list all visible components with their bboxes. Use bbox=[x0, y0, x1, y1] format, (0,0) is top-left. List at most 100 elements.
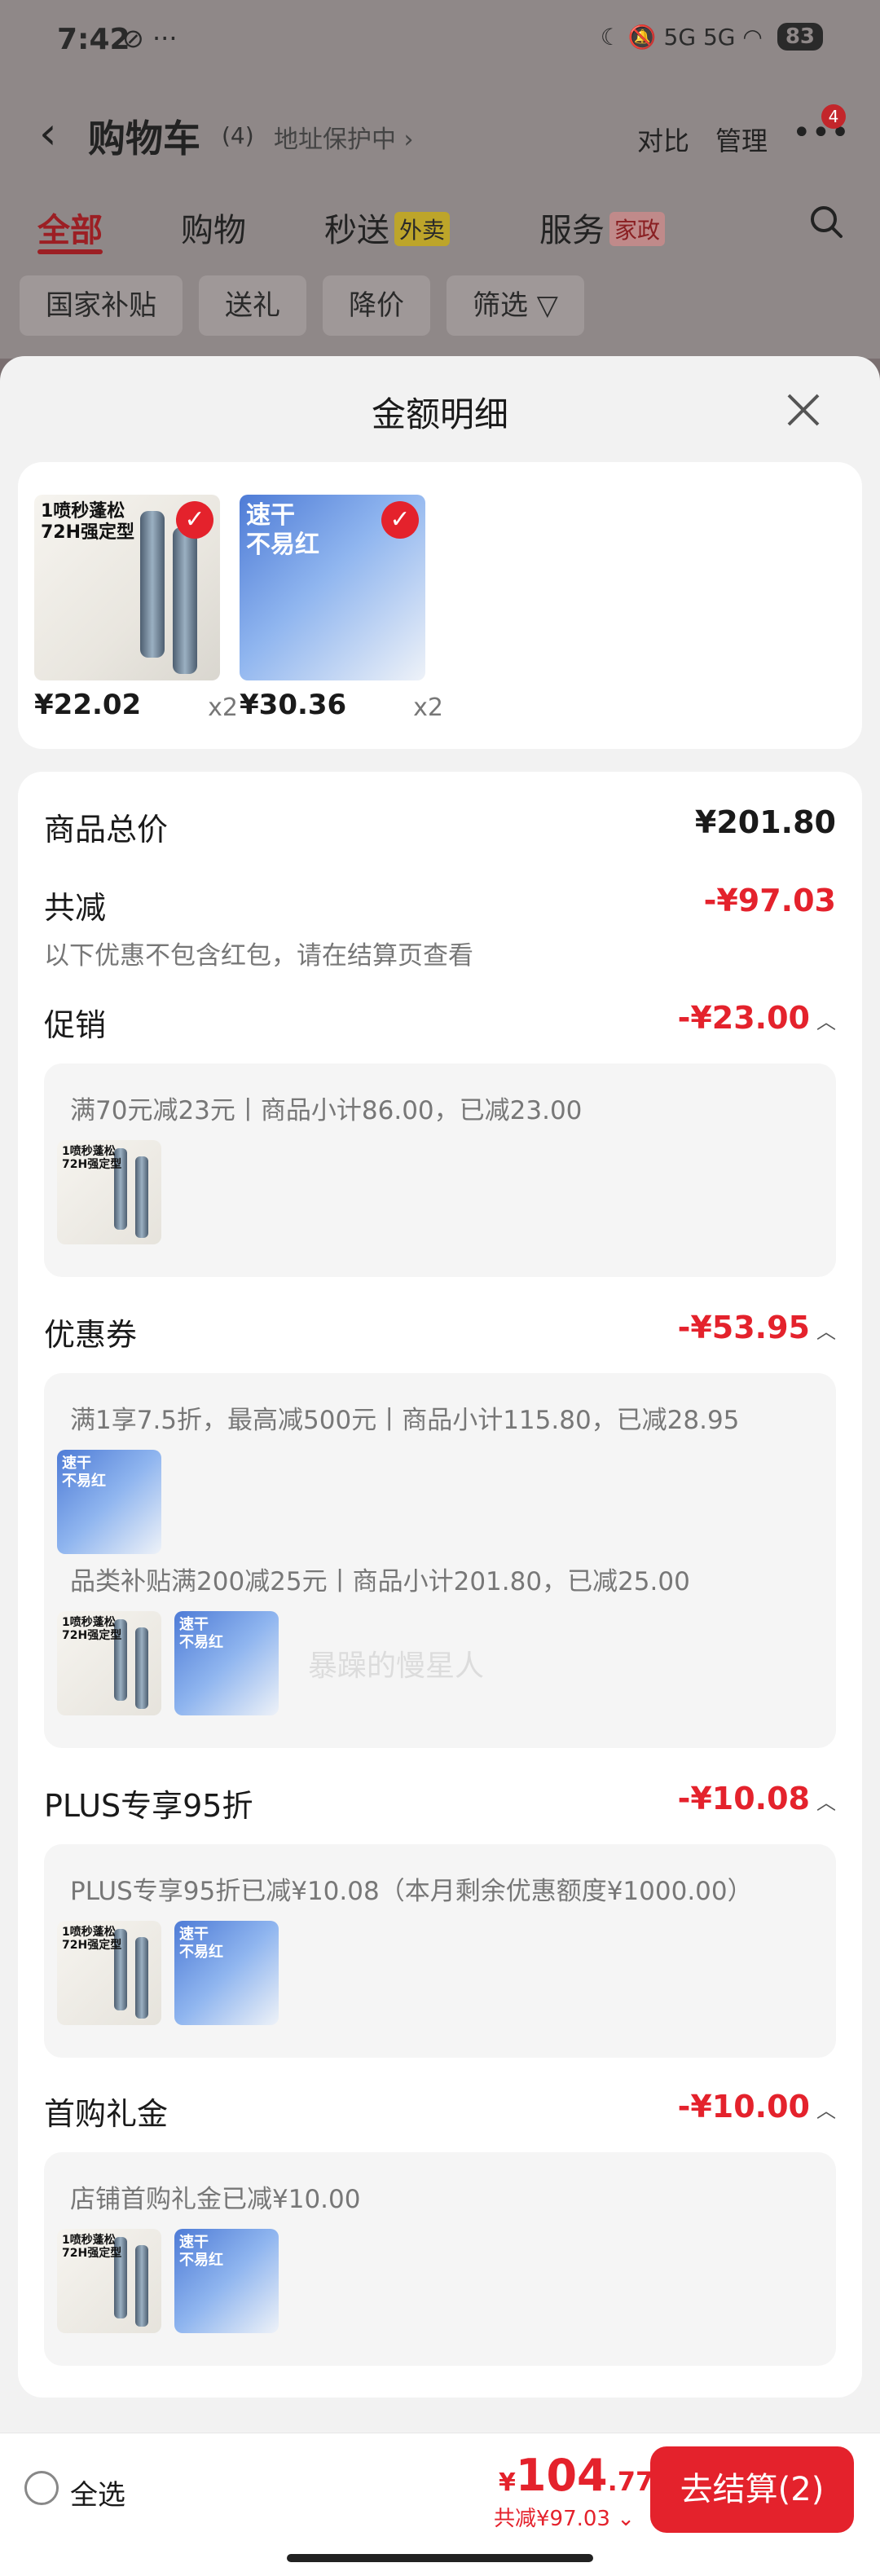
tab-all[interactable]: 全部 bbox=[37, 204, 103, 251]
plus-value: -¥10.08 bbox=[677, 1781, 810, 1816]
product-price-row: ¥22.02 x2 bbox=[34, 689, 238, 724]
product-image-diaper: 速干 不易红 ✓ bbox=[240, 495, 425, 680]
close-icon[interactable] bbox=[782, 389, 825, 431]
product-card[interactable]: 速干 不易红 ✓ ¥30.36 x2 bbox=[240, 495, 443, 724]
cart-count: (4) bbox=[222, 122, 254, 149]
tab-service-label: 服务 bbox=[539, 212, 605, 249]
cart-navbar: ‹ 购物车 (4) 地址保护中 › 对比 管理 ••• 4 bbox=[0, 98, 880, 179]
total-price-value: ¥201.80 bbox=[694, 804, 836, 840]
mini-product-text: 1喷秒蓬松 72H强定型 bbox=[62, 1926, 122, 1952]
total-reduce-value: -¥97.03 bbox=[703, 883, 836, 918]
tab-service[interactable]: 服务 家政 bbox=[539, 204, 666, 251]
select-all-label[interactable]: 全选 bbox=[70, 2473, 125, 2512]
product-card[interactable]: 1喷秒蓬松 72H强定型 ✓ ¥22.02 x2 bbox=[34, 495, 238, 724]
mini-product-text: 1喷秒蓬松 72H强定型 bbox=[62, 1145, 122, 1171]
tab-service-tag: 家政 bbox=[609, 212, 666, 246]
total-decimal: .77 bbox=[607, 2466, 654, 2497]
coupon-detail-box: 满1享7.5折，最高减500元丨商品小计115.80，已减28.95 速干 不易… bbox=[44, 1373, 836, 1748]
chevron-up-icon: ︿ bbox=[816, 1320, 836, 1343]
mini-product-text: 1喷秒蓬松 72H强定型 bbox=[62, 2234, 122, 2260]
first-gift-detail-line: 店铺首购礼金已减¥10.00 bbox=[70, 2185, 361, 2214]
cart-tabs: 全部 购物 秒送 外卖 服务 家政 bbox=[0, 204, 880, 269]
product-image-text: 速干 不易红 bbox=[246, 501, 319, 559]
status-bar: 7:42 ⊘ ··· ☾ 🔕 5G 5G ◠ 83 bbox=[0, 0, 880, 81]
tab-shopping[interactable]: 购物 bbox=[181, 204, 246, 251]
status-signal-icons: ☾ 🔕 5G 5G ◠ bbox=[600, 23, 763, 51]
first-gift-detail-box: 店铺首购礼金已减¥10.00 1喷秒蓬松 72H强定型 速干 不易红 bbox=[44, 2152, 836, 2366]
plus-detail-line: PLUS专享95折已减¥10.08（本月剩余优惠额度¥1000.00） bbox=[70, 1877, 753, 1906]
coupon-detail-line: 品类补贴满200减25元丨商品小计201.80，已减25.00 bbox=[70, 1567, 690, 1596]
chevron-up-icon: ︿ bbox=[816, 1011, 836, 1033]
coupon-label: 优惠券 bbox=[44, 1317, 138, 1353]
total-price: ¥104.77 bbox=[499, 2450, 653, 2501]
plus-toggle[interactable]: -¥10.08 ︿ bbox=[678, 1781, 836, 1816]
total-price-label: 商品总价 bbox=[44, 812, 169, 848]
coupon-toggle[interactable]: -¥53.95 ︿ bbox=[678, 1310, 836, 1345]
promo-label: 促销 bbox=[44, 1007, 107, 1043]
product-image-gel: 1喷秒蓬松 72H强定型 ✓ bbox=[34, 495, 220, 680]
saved-amount-toggle[interactable]: 共减¥97.03 ⌄ bbox=[494, 2502, 635, 2532]
checkout-button[interactable]: 去结算(2) bbox=[650, 2446, 854, 2533]
select-all-radio[interactable] bbox=[24, 2471, 59, 2505]
search-icon[interactable] bbox=[808, 204, 844, 240]
mini-product-text: 速干 不易红 bbox=[179, 1926, 223, 1961]
product-price: ¥22.02 bbox=[34, 689, 142, 721]
discount-note: 以下优惠不包含红包，请在结算页查看 bbox=[44, 941, 473, 971]
check-icon[interactable]: ✓ bbox=[176, 501, 213, 539]
first-gift-value: -¥10.00 bbox=[677, 2089, 810, 2125]
plus-detail-box: PLUS专享95折已减¥10.08（本月剩余优惠额度¥1000.00） 1喷秒蓬… bbox=[44, 1844, 836, 2058]
bottle-shape bbox=[140, 511, 165, 658]
first-gift-toggle[interactable]: -¥10.00 ︿ bbox=[678, 2089, 836, 2125]
address-protection-link[interactable]: 地址保护中 › bbox=[274, 119, 414, 155]
tab-underline bbox=[37, 249, 103, 254]
manage-button[interactable]: 管理 bbox=[715, 121, 768, 158]
compare-button[interactable]: 对比 bbox=[637, 121, 689, 158]
product-price: ¥30.36 bbox=[240, 689, 347, 721]
check-icon[interactable]: ✓ bbox=[381, 501, 419, 539]
discount-details: 商品总价 ¥201.80 共减 -¥97.03 以下优惠不包含红包，请在结算页查… bbox=[18, 772, 862, 2398]
total-integer: 104 bbox=[515, 2450, 608, 2501]
mini-product-gel: 1喷秒蓬松 72H强定型 bbox=[57, 1921, 161, 2025]
total-reduce-label: 共减 bbox=[44, 890, 107, 926]
total-currency: ¥ bbox=[499, 2468, 516, 2497]
status-right: ☾ 🔕 5G 5G ◠ 83 bbox=[601, 23, 823, 51]
mini-product-gel: 1喷秒蓬松 72H强定型 bbox=[57, 1611, 161, 1715]
back-icon[interactable]: ‹ bbox=[39, 108, 57, 159]
product-qty: x2 bbox=[413, 694, 443, 722]
first-gift-label: 首购礼金 bbox=[44, 2096, 169, 2132]
tab-express[interactable]: 秒送 外卖 bbox=[324, 204, 451, 251]
chevron-up-icon: ︿ bbox=[816, 2099, 836, 2122]
battery-icon: 83 bbox=[777, 23, 823, 51]
checkout-bar: 全选 ¥104.77 共减¥97.03 ⌄ 去结算(2) bbox=[0, 2433, 880, 2576]
promo-toggle[interactable]: -¥23.00 ︿ bbox=[678, 1000, 836, 1036]
background-page: 7:42 ⊘ ··· ☾ 🔕 5G 5G ◠ 83 ‹ 购物车 (4) 地址保护… bbox=[0, 0, 880, 359]
chip-national-subsidy[interactable]: 国家补贴 bbox=[20, 275, 183, 336]
chip-gift[interactable]: 送礼 bbox=[199, 275, 306, 336]
watermark: 暴躁的慢星人 bbox=[308, 1649, 485, 1683]
chevron-up-icon: ︿ bbox=[816, 1791, 836, 1814]
mini-product-text: 速干 不易红 bbox=[179, 2234, 223, 2269]
mini-product-gel: 1喷秒蓬松 72H强定型 bbox=[57, 1140, 161, 1244]
chip-filter[interactable]: 筛选 ▽ bbox=[447, 275, 584, 336]
sheet-title: 金额明细 bbox=[371, 394, 508, 434]
coupon-value: -¥53.95 bbox=[677, 1310, 810, 1345]
plus-label: PLUS专享95折 bbox=[44, 1788, 253, 1824]
promo-detail-line: 满70元减23元丨商品小计86.00，已减23.00 bbox=[70, 1096, 583, 1125]
promo-value: -¥23.00 bbox=[677, 1000, 810, 1036]
amount-detail-sheet: 金额明细 1喷秒蓬松 72H强定型 ✓ ¥22.02 x2 速干 不易红 ✓ ¥… bbox=[0, 356, 880, 2576]
bottle-shape bbox=[173, 527, 197, 674]
mini-product-diaper: 速干 不易红 bbox=[174, 2229, 279, 2333]
total-amount: ¥104.77 bbox=[499, 2450, 653, 2501]
mini-product-diaper: 速干 不易红 bbox=[57, 1450, 161, 1554]
promo-detail-box: 满70元减23元丨商品小计86.00，已减23.00 1喷秒蓬松 72H强定型 bbox=[44, 1063, 836, 1277]
tab-express-label: 秒送 bbox=[324, 212, 389, 249]
more-badge: 4 bbox=[821, 104, 846, 129]
filter-chips: 国家补贴 送礼 降价 筛选 ▽ bbox=[20, 275, 584, 336]
mini-product-gel: 1喷秒蓬松 72H强定型 bbox=[57, 2229, 161, 2333]
mini-product-diaper: 速干 不易红 bbox=[174, 1611, 279, 1715]
chip-price-drop[interactable]: 降价 bbox=[323, 275, 430, 336]
mini-product-diaper: 速干 不易红 bbox=[174, 1921, 279, 2025]
product-price-row: ¥30.36 x2 bbox=[240, 689, 443, 724]
home-indicator bbox=[287, 2554, 593, 2562]
mini-product-text: 速干 不易红 bbox=[179, 1616, 223, 1651]
